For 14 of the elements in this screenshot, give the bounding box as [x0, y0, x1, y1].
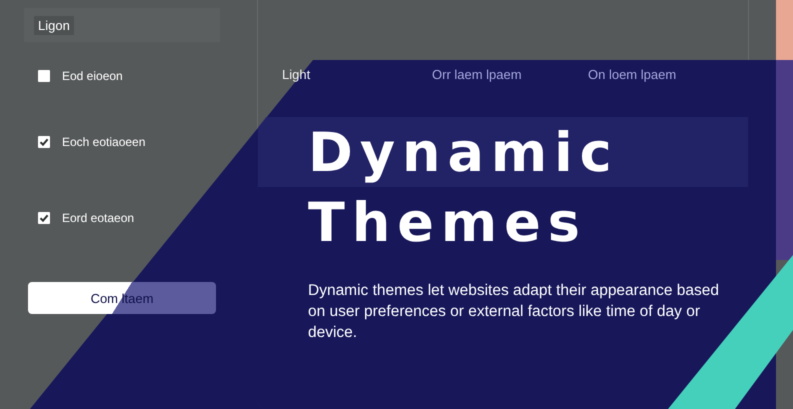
action-button[interactable]: Com ltaem — [28, 282, 216, 314]
corner-strip — [776, 0, 793, 60]
checkbox[interactable] — [38, 212, 50, 224]
checkbox[interactable] — [38, 136, 50, 148]
description: Dynamic themes let websites adapt their appearance based on user preferences or external factors like time of day or device. — [308, 281, 720, 343]
sidebar-title: Ligon — [34, 16, 74, 34]
option-label: Eod eioeon — [62, 69, 123, 83]
checkbox[interactable] — [38, 70, 50, 82]
headline: Dynamic Themes — [308, 120, 620, 256]
option-label: Eoch eotiaoeen — [62, 135, 146, 149]
column-header: Orr laem lpaem — [432, 66, 523, 82]
column-header: On loem lpaem — [588, 66, 678, 82]
column-header: Light — [282, 66, 312, 82]
option-label: Eord eotaeon — [62, 211, 134, 225]
